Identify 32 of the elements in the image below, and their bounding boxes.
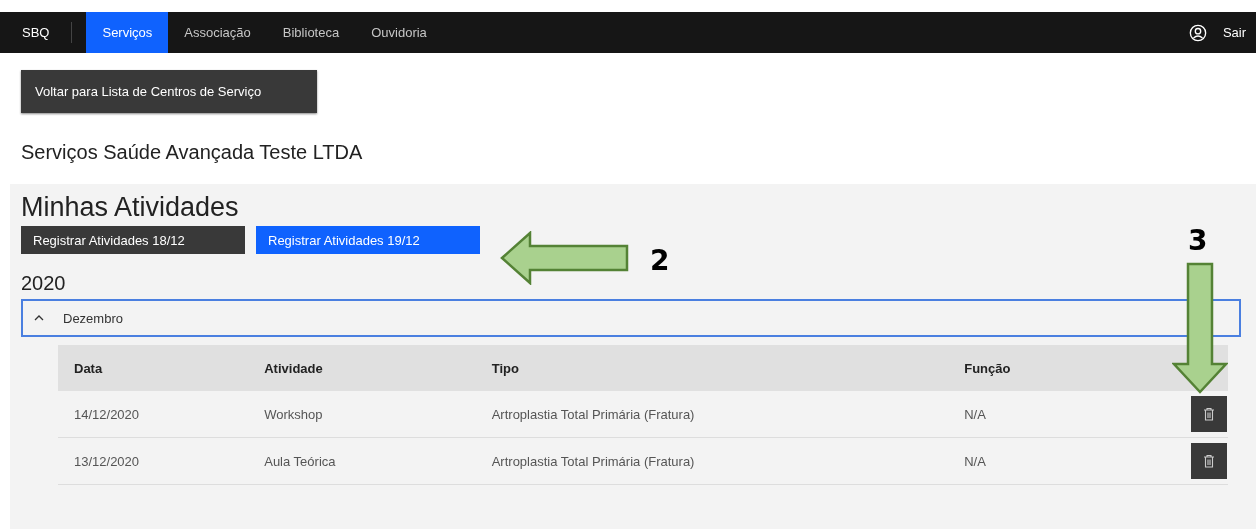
- month-accordion[interactable]: Dezembro: [21, 299, 1241, 337]
- trash-icon: [1203, 407, 1215, 421]
- column-header: Tipo: [491, 360, 519, 376]
- trash-icon: [1203, 454, 1215, 468]
- delete-button[interactable]: [1191, 396, 1227, 432]
- annotation-number: 3: [1188, 224, 1208, 257]
- table-cell: Aula Teórica: [264, 453, 336, 469]
- column-header: Data: [74, 360, 103, 376]
- column-header: Atividade: [264, 360, 323, 376]
- table-cell: Workshop: [264, 406, 323, 422]
- column-header: Função: [964, 360, 1011, 376]
- nav-tab[interactable]: Serviços: [86, 12, 169, 53]
- nav-tab[interactable]: Associação: [168, 12, 267, 53]
- logout-link[interactable]: Sair: [1222, 25, 1246, 40]
- table-cell: Artroplastia Total Primária (Fratura): [491, 406, 695, 422]
- back-button[interactable]: Voltar para Lista de Centros de Serviço: [21, 70, 317, 113]
- delete-button[interactable]: [1191, 443, 1227, 479]
- table-cell: N/A: [964, 406, 986, 422]
- nav-tab[interactable]: Biblioteca: [266, 12, 356, 53]
- logo[interactable]: SBQ: [0, 22, 73, 43]
- table-cell: 14/12/2020: [74, 406, 140, 422]
- table-cell: Artroplastia Total Primária (Fratura): [491, 453, 695, 469]
- user-icon[interactable]: [1188, 23, 1207, 42]
- table-cell: N/A: [964, 453, 986, 469]
- register-button[interactable]: Registrar Atividades 18/12: [21, 226, 245, 254]
- center-name: Serviços Saúde Avançada Teste LTDA: [21, 141, 364, 164]
- year-heading: 2020: [21, 272, 67, 295]
- section-title: Minhas Atividades: [21, 192, 240, 222]
- nav-tab[interactable]: Ouvidoria: [355, 12, 443, 53]
- table-cell: 13/12/2020: [74, 453, 140, 469]
- annotation-number: 2: [650, 244, 670, 277]
- register-button[interactable]: Registrar Atividades 19/12: [256, 226, 480, 254]
